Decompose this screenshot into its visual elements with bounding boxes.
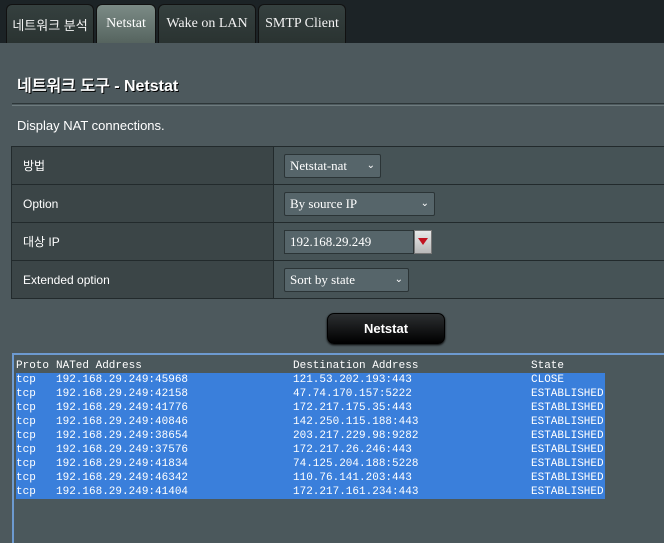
extended-option-select[interactable]: Sort by state ⌄ (284, 268, 409, 292)
dropdown-arrow-icon (418, 238, 428, 245)
row-nat: 192.168.29.249:40846 (56, 415, 188, 429)
row-dst: 47.74.170.157:5222 (293, 387, 412, 401)
option-row: Option By source IP ⌄ (12, 185, 664, 223)
header-nat: NATed Address (56, 359, 142, 373)
row-dst: 203.217.229.98:9282 (293, 429, 418, 443)
header-state: State (531, 359, 564, 373)
header-dst: Destination Address (293, 359, 418, 373)
row-nat: 192.168.29.249:41404 (56, 485, 188, 499)
method-select[interactable]: Netstat-nat ⌄ (284, 154, 381, 178)
option-select[interactable]: By source IP ⌄ (284, 192, 435, 216)
method-select-value: Netstat-nat (290, 158, 347, 174)
extended-option-label: Extended option (12, 261, 274, 299)
row-dst: 121.53.202.193:443 (293, 373, 412, 387)
netstat-run-button[interactable]: Netstat (327, 313, 445, 344)
row-dst: 172.217.175.35:443 (293, 401, 412, 415)
row-nat: 192.168.29.249:45968 (56, 373, 188, 387)
title-divider-highlight (12, 105, 664, 106)
target-ip-combo (284, 230, 432, 254)
row-nat: 192.168.29.249:41776 (56, 401, 188, 415)
row-nat: 192.168.29.249:37576 (56, 443, 188, 457)
extended-option-cell: Sort by state ⌄ (274, 261, 664, 299)
row-dst: 74.125.204.188:5228 (293, 457, 418, 471)
chevron-down-icon: ⌄ (395, 274, 403, 285)
method-row: 방법 Netstat-nat ⌄ (12, 147, 664, 185)
page-description: Display NAT connections. (17, 118, 165, 133)
output-header-row: Proto NATed Address Destination Address … (16, 359, 605, 373)
header-proto: Proto (16, 359, 49, 373)
row-proto: tcp (16, 401, 36, 415)
option-select-value: By source IP (290, 196, 357, 212)
target-ip-cell (274, 223, 664, 261)
output-textarea[interactable]: Proto NATed Address Destination Address … (12, 353, 664, 543)
title-divider (12, 103, 664, 104)
row-state: ESTABLISHED (531, 485, 604, 499)
row-state: ESTABLISHED (531, 401, 604, 415)
row-proto: tcp (16, 373, 36, 387)
target-ip-row: 대상 IP (12, 223, 664, 261)
tab-wake-on-lan[interactable]: Wake on LAN (158, 4, 256, 43)
row-proto: tcp (16, 415, 36, 429)
output-row: tcp 192.168.29.249:40846 142.250.115.188… (16, 415, 605, 429)
row-state: ESTABLISHED (531, 415, 604, 429)
row-dst: 172.217.26.246:443 (293, 443, 412, 457)
row-proto: tcp (16, 457, 36, 471)
tab-smtp-client[interactable]: SMTP Client (258, 4, 346, 43)
output-row: tcp 192.168.29.249:42158 47.74.170.157:5… (16, 387, 605, 401)
row-proto: tcp (16, 429, 36, 443)
row-state: ESTABLISHED (531, 471, 604, 485)
ip-dropdown-button[interactable] (414, 230, 432, 254)
row-dst: 110.76.141.203:443 (293, 471, 412, 485)
chevron-down-icon: ⌄ (421, 198, 429, 209)
method-label: 방법 (12, 147, 274, 185)
target-ip-label: 대상 IP (12, 223, 274, 261)
row-nat: 192.168.29.249:41834 (56, 457, 188, 471)
tab-bar: 네트워크 분석 Netstat Wake on LAN SMTP Client (0, 0, 664, 43)
chevron-down-icon: ⌄ (367, 160, 375, 171)
settings-table: 방법 Netstat-nat ⌄ Option By source IP ⌄ 대… (11, 146, 664, 299)
output-row: tcp 192.168.29.249:41834 74.125.204.188:… (16, 457, 605, 471)
output-row: tcp 192.168.29.249:41404 172.217.161.234… (16, 485, 605, 499)
row-dst: 142.250.115.188:443 (293, 415, 418, 429)
row-proto: tcp (16, 387, 36, 401)
row-state: ESTABLISHED (531, 429, 604, 443)
row-dst: 172.217.161.234:443 (293, 485, 418, 499)
output-row: tcp 192.168.29.249:38654 203.217.229.98:… (16, 429, 605, 443)
extended-option-select-value: Sort by state (290, 272, 355, 288)
row-state: ESTABLISHED (531, 457, 604, 471)
tab-netstat[interactable]: Netstat (96, 4, 156, 43)
target-ip-input[interactable] (284, 230, 414, 254)
row-state: CLOSE (531, 373, 564, 387)
output-row: tcp 192.168.29.249:46342 110.76.141.203:… (16, 471, 605, 485)
output-row: tcp 192.168.29.249:37576 172.217.26.246:… (16, 443, 605, 457)
output-row: tcp 192.168.29.249:45968 121.53.202.193:… (16, 373, 605, 387)
row-nat: 192.168.29.249:46342 (56, 471, 188, 485)
row-state: ESTABLISHED (531, 443, 604, 457)
extended-option-row: Extended option Sort by state ⌄ (12, 261, 664, 299)
tab-network-analysis[interactable]: 네트워크 분석 (6, 4, 94, 43)
row-nat: 192.168.29.249:42158 (56, 387, 188, 401)
row-proto: tcp (16, 471, 36, 485)
row-state: ESTABLISHED (531, 387, 604, 401)
option-label: Option (12, 185, 274, 223)
output-row: tcp 192.168.29.249:41776 172.217.175.35:… (16, 401, 605, 415)
row-nat: 192.168.29.249:38654 (56, 429, 188, 443)
method-cell: Netstat-nat ⌄ (274, 147, 664, 185)
option-cell: By source IP ⌄ (274, 185, 664, 223)
row-proto: tcp (16, 485, 36, 499)
page-title: 네트워크 도구 - Netstat (17, 72, 178, 96)
row-proto: tcp (16, 443, 36, 457)
